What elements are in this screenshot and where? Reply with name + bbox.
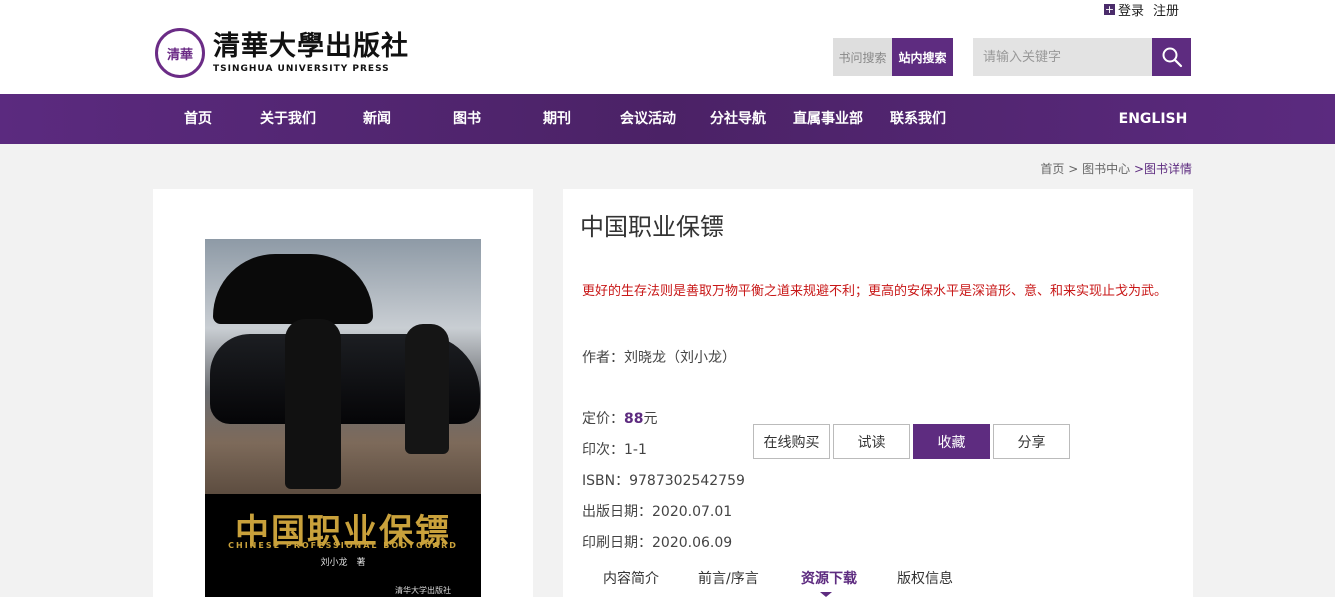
cover-author: 刘小龙 著 (320, 558, 366, 568)
nav-item-books[interactable]: 图书 (437, 94, 497, 144)
breadcrumb-book-center[interactable]: 图书中心 (1082, 162, 1130, 176)
nav-item-english[interactable]: ENGLISH (1118, 94, 1188, 144)
logo-english-name: TSINGHUA UNIVERSITY PRESS (213, 64, 390, 74)
trial-read-button[interactable]: 试读 (833, 424, 910, 459)
search-icon (1162, 47, 1182, 68)
cover-panel: 中国职业保镖 CHINESE PROFESSIONAL BODYGUARD 刘小… (153, 189, 533, 597)
search-tab-shuwen[interactable]: 书问搜索 (833, 38, 892, 76)
bodyguard-figure-2 (405, 324, 449, 454)
favorite-button[interactable]: 收藏 (913, 424, 990, 459)
university-seal-icon: 清華 (155, 28, 205, 78)
search-tab-site[interactable]: 站内搜索 (892, 38, 953, 76)
cover-photo (205, 239, 481, 494)
nav-item-events[interactable]: 会议活动 (613, 94, 683, 144)
breadcrumb-home[interactable]: 首页 (1040, 162, 1064, 176)
book-price: 定价：88元 (582, 411, 658, 427)
book-pub-date: 出版日期：2020.07.01 (582, 504, 733, 520)
book-cover-image: 中国职业保镖 CHINESE PROFESSIONAL BODYGUARD 刘小… (205, 239, 481, 597)
book-detail-panel: 中国职业保镖 更好的生存法则是善取万物平衡之道来规避不利；更高的安保水平是深谙形… (563, 189, 1193, 597)
logo-chinese-name: 清華大學出版社 (213, 31, 409, 62)
search-input[interactable] (973, 38, 1152, 76)
cover-publisher: 清华大学出版社 (395, 586, 451, 595)
plus-icon: + (1104, 2, 1115, 16)
register-link[interactable]: 注册 (1153, 0, 1179, 19)
nav-item-departments[interactable]: 直属事业部 (786, 94, 870, 144)
tab-copyright[interactable]: 版权信息 (897, 568, 953, 588)
book-slogan: 更好的生存法则是善取万物平衡之道来规避不利；更高的安保水平是深谙形、意、和来实现… (582, 284, 1168, 299)
share-button[interactable]: 分享 (993, 424, 1070, 459)
breadcrumb-current: >图书详情 (1133, 162, 1192, 176)
book-author: 作者：刘晓龙（刘小龙） (582, 350, 736, 366)
nav-item-branches[interactable]: 分社导航 (703, 94, 773, 144)
main-nav: 首页 关于我们 新闻 图书 期刊 会议活动 分社导航 直属事业部 联系我们 EN… (0, 94, 1335, 144)
price-value: 88 (624, 411, 644, 427)
active-tab-indicator-icon (820, 592, 832, 597)
book-isbn: ISBN：9787302542759 (582, 473, 745, 489)
book-title: 中国职业保镖 (580, 213, 724, 241)
nav-item-contact[interactable]: 联系我们 (883, 94, 953, 144)
nav-item-journals[interactable]: 期刊 (527, 94, 587, 144)
nav-item-about[interactable]: 关于我们 (253, 94, 323, 144)
tab-preface[interactable]: 前言/序言 (698, 568, 759, 588)
buy-online-button[interactable]: 在线购买 (753, 424, 830, 459)
tab-downloads[interactable]: 资源下载 (801, 568, 857, 588)
book-print-date: 印刷日期：2020.06.09 (582, 535, 733, 551)
site-logo[interactable]: 清華 清華大學出版社 TSINGHUA UNIVERSITY PRESS (155, 28, 409, 78)
nav-item-news[interactable]: 新闻 (347, 94, 407, 144)
bodyguard-figure (285, 319, 341, 489)
umbrella-shape (213, 254, 373, 324)
site-header: 清華 清華大學出版社 TSINGHUA UNIVERSITY PRESS + 登… (0, 0, 1335, 94)
search-button[interactable] (1152, 38, 1191, 76)
cover-subtitle-en: CHINESE PROFESSIONAL BODYGUARD (228, 541, 458, 550)
login-link[interactable]: 登录 (1118, 0, 1144, 19)
tab-summary[interactable]: 内容简介 (603, 568, 659, 588)
book-printing: 印次：1-1 (582, 442, 647, 458)
breadcrumb-separator: > (1068, 162, 1079, 176)
breadcrumb: 首页 > 图书中心 >图书详情 (1040, 160, 1192, 177)
account-links: + 登录 注册 (1104, 0, 1179, 19)
nav-item-home[interactable]: 首页 (168, 94, 228, 144)
